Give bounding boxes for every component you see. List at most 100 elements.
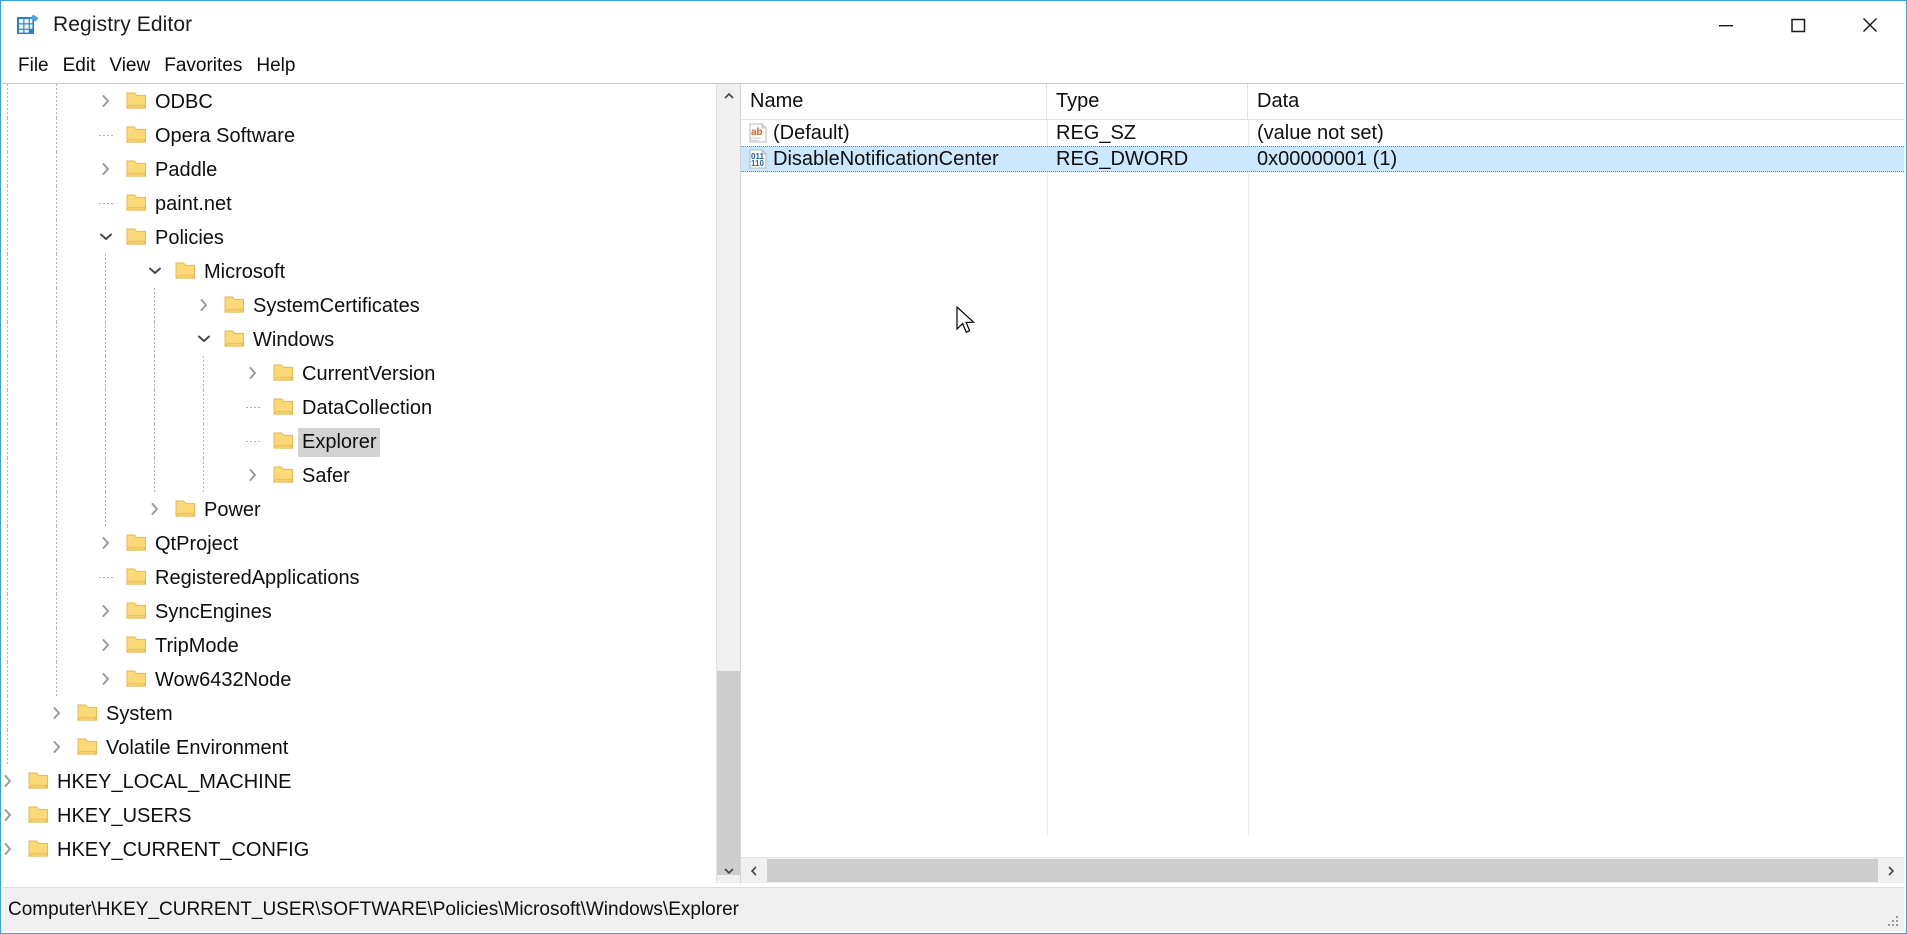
tree-guide-line bbox=[105, 288, 106, 322]
chevron-right-icon bbox=[1888, 865, 1895, 876]
chevron-right-icon[interactable] bbox=[3, 771, 18, 791]
maximize-button[interactable] bbox=[1762, 1, 1834, 49]
tree-item-tripmode[interactable]: TripMode bbox=[3, 628, 716, 662]
tree-item-power[interactable]: Power bbox=[3, 492, 716, 526]
tree-item-microsoft[interactable]: Microsoft bbox=[3, 254, 716, 288]
tree-guide-line bbox=[105, 356, 106, 390]
chevron-right-icon[interactable] bbox=[3, 839, 18, 859]
scroll-left-button[interactable] bbox=[741, 858, 767, 883]
values-list[interactable]: ab (Default) REG_SZ (value not set) 011 110 Di… bbox=[741, 120, 1904, 836]
chevron-down-icon[interactable] bbox=[194, 329, 214, 349]
tree-item-systemcertificates[interactable]: SystemCertificates bbox=[3, 288, 716, 322]
column-header-data[interactable]: Data bbox=[1248, 84, 1904, 119]
tree-guide-line bbox=[203, 458, 204, 492]
scroll-right-button[interactable] bbox=[1878, 858, 1904, 883]
chevron-right-icon[interactable] bbox=[194, 295, 214, 315]
minimize-button[interactable] bbox=[1690, 1, 1762, 49]
tree-item-odbc[interactable]: ODBC bbox=[3, 84, 716, 118]
tree-item-wow6432node[interactable]: Wow6432Node bbox=[3, 662, 716, 696]
menu-bar: File Edit View Favorites Help bbox=[1, 49, 1906, 83]
table-row[interactable]: 011 110 DisableNotificationCenter REG_DWORD… bbox=[741, 146, 1904, 172]
chevron-right-icon[interactable] bbox=[96, 91, 116, 111]
column-header-type[interactable]: Type bbox=[1047, 84, 1248, 119]
tree-item-registeredapplications[interactable]: RegisteredApplications bbox=[3, 560, 716, 594]
tree-item-syncengines[interactable]: SyncEngines bbox=[3, 594, 716, 628]
tree-guide-line bbox=[56, 628, 57, 662]
folder-icon bbox=[126, 534, 147, 552]
menu-view[interactable]: View bbox=[102, 53, 157, 79]
chevron-right-icon[interactable] bbox=[243, 363, 263, 383]
minimize-icon bbox=[1719, 25, 1733, 27]
chevron-down-icon[interactable] bbox=[145, 261, 165, 281]
chevron-right-icon[interactable] bbox=[96, 669, 116, 689]
chevron-right-icon[interactable] bbox=[96, 601, 116, 621]
tree-item-label: SyncEngines bbox=[155, 601, 272, 623]
tree-item-windows[interactable]: Windows bbox=[3, 322, 716, 356]
chevron-right-icon[interactable] bbox=[96, 635, 116, 655]
tree-guide-line bbox=[56, 594, 57, 628]
tree-item-paddle[interactable]: Paddle bbox=[3, 152, 716, 186]
tree-item-label: CurrentVersion bbox=[302, 363, 436, 385]
tree-guide-line bbox=[56, 118, 57, 152]
tree-item-paint-net[interactable]: paint.net bbox=[3, 186, 716, 220]
chevron-right-icon[interactable] bbox=[243, 465, 263, 485]
column-header-name[interactable]: Name bbox=[741, 84, 1047, 119]
chevron-right-icon[interactable] bbox=[145, 499, 165, 519]
tree-item-safer[interactable]: Safer bbox=[3, 458, 716, 492]
tree-guide-line bbox=[7, 152, 8, 186]
scroll-down-button[interactable] bbox=[717, 859, 740, 883]
hscroll-thumb[interactable] bbox=[767, 859, 1878, 882]
tree-guide-line bbox=[7, 322, 8, 356]
tree-item-opera-software[interactable]: Opera Software bbox=[3, 118, 716, 152]
tree-item-label: RegisteredApplications bbox=[155, 567, 360, 589]
chevron-down-icon[interactable] bbox=[96, 227, 116, 247]
tree-guide-line bbox=[105, 254, 106, 288]
tree-item-currentversion[interactable]: CurrentVersion bbox=[3, 356, 716, 390]
chevron-right-icon[interactable] bbox=[3, 805, 18, 825]
tree-guide-line bbox=[154, 356, 155, 390]
values-horizontal-scrollbar[interactable] bbox=[741, 857, 1904, 883]
chevron-right-icon[interactable] bbox=[47, 737, 67, 757]
tree-guide-line bbox=[7, 594, 8, 628]
close-button[interactable] bbox=[1834, 1, 1906, 49]
tree-guide-line bbox=[56, 424, 57, 458]
folder-icon bbox=[126, 126, 147, 144]
table-row[interactable]: ab (Default) REG_SZ (value not set) bbox=[741, 120, 1904, 146]
menu-edit[interactable]: Edit bbox=[56, 53, 103, 79]
tree-guide-line bbox=[7, 84, 8, 118]
tree-guide-line bbox=[105, 458, 106, 492]
tree-item-system[interactable]: System bbox=[3, 696, 716, 730]
tree-item-hkey-users[interactable]: HKEY_USERS bbox=[3, 798, 716, 832]
tree-guide-line bbox=[7, 356, 8, 390]
registry-tree[interactable]: ODBC Opera Software Paddle paint.net Policie… bbox=[3, 84, 716, 883]
tree-item-label: Safer bbox=[302, 465, 350, 487]
folder-icon bbox=[126, 636, 147, 654]
scroll-up-button[interactable] bbox=[717, 84, 740, 108]
tree-item-volatile-environment[interactable]: Volatile Environment bbox=[3, 730, 716, 764]
tree-item-explorer[interactable]: Explorer bbox=[3, 424, 716, 458]
folder-icon bbox=[175, 500, 196, 518]
chevron-right-icon[interactable] bbox=[96, 533, 116, 553]
tree-elbow-line bbox=[99, 135, 114, 136]
folder-icon bbox=[77, 704, 98, 722]
menu-help[interactable]: Help bbox=[249, 53, 302, 79]
menu-file[interactable]: File bbox=[11, 53, 56, 79]
window-controls bbox=[1690, 1, 1906, 49]
tree-item-policies[interactable]: Policies bbox=[3, 220, 716, 254]
tree-item-hkey-current-config[interactable]: HKEY_CURRENT_CONFIG bbox=[3, 832, 716, 866]
scroll-thumb[interactable] bbox=[717, 671, 740, 875]
tree-guide-line bbox=[7, 628, 8, 662]
menu-favorites[interactable]: Favorites bbox=[157, 53, 249, 79]
chevron-right-icon[interactable] bbox=[47, 703, 67, 723]
tree-guide-line bbox=[7, 220, 8, 254]
tree-item-hkey-local-machine[interactable]: HKEY_LOCAL_MACHINE bbox=[3, 764, 716, 798]
tree-vertical-scrollbar[interactable] bbox=[716, 84, 740, 883]
tree-guide-line bbox=[154, 424, 155, 458]
tree-guide-line bbox=[56, 254, 57, 288]
tree-item-qtproject[interactable]: QtProject bbox=[3, 526, 716, 560]
chevron-left-icon bbox=[750, 865, 757, 876]
tree-guide-line bbox=[7, 696, 8, 730]
resize-grip-icon[interactable] bbox=[1886, 914, 1900, 928]
chevron-right-icon[interactable] bbox=[96, 159, 116, 179]
tree-item-datacollection[interactable]: DataCollection bbox=[3, 390, 716, 424]
